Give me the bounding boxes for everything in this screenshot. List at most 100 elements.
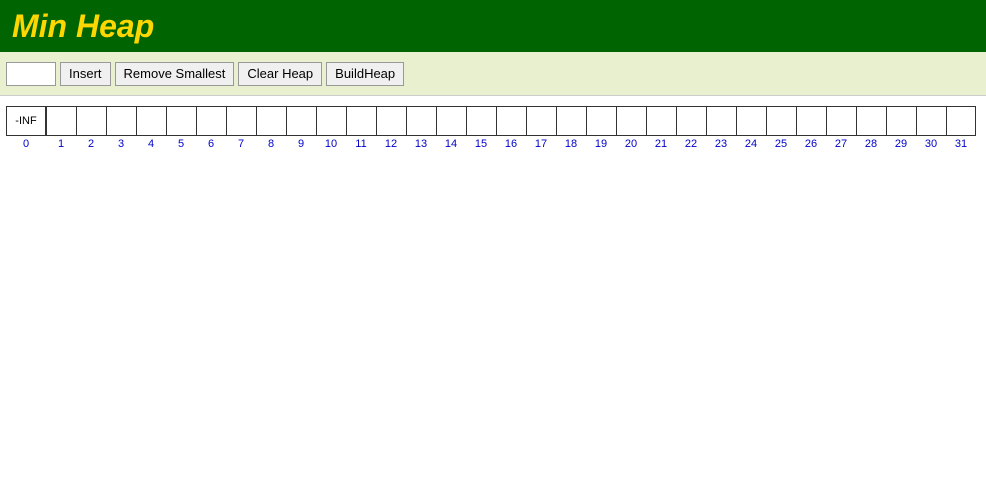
array-cell-5: [166, 106, 196, 136]
array-cell-13: [406, 106, 436, 136]
cell-wrapper-29: 29: [886, 106, 916, 150]
cell-index-23: 23: [706, 138, 736, 150]
array-cell-1: [46, 106, 76, 136]
cell-index-12: 12: [376, 138, 406, 150]
cell-index-20: 20: [616, 138, 646, 150]
array-cell-27: [826, 106, 856, 136]
cell-wrapper-24: 24: [736, 106, 766, 150]
array-cell-23: [706, 106, 736, 136]
array-area: -INF012345678910111213141516171819202122…: [0, 96, 986, 160]
array-cell-18: [556, 106, 586, 136]
cell-index-15: 15: [466, 138, 496, 150]
array-cell-24: [736, 106, 766, 136]
insert-input[interactable]: [6, 62, 56, 86]
header: Min Heap: [0, 0, 986, 52]
cell-wrapper-25: 25: [766, 106, 796, 150]
insert-button[interactable]: Insert: [60, 62, 111, 86]
array-cell-7: [226, 106, 256, 136]
array-cell-15: [466, 106, 496, 136]
cell-index-30: 30: [916, 138, 946, 150]
array-cell-3: [106, 106, 136, 136]
array-cell-28: [856, 106, 886, 136]
cell-index-31: 31: [946, 138, 976, 150]
array-cell-20: [616, 106, 646, 136]
array-cell-6: [196, 106, 226, 136]
cell-index-18: 18: [556, 138, 586, 150]
build-heap-button[interactable]: BuildHeap: [326, 62, 404, 86]
cell-index-17: 17: [526, 138, 556, 150]
page-title: Min Heap: [12, 8, 154, 45]
cell-wrapper-12: 12: [376, 106, 406, 150]
cell-index-11: 11: [346, 138, 376, 150]
cell-wrapper-31: 31: [946, 106, 976, 150]
cell-index-29: 29: [886, 138, 916, 150]
cell-index-22: 22: [676, 138, 706, 150]
clear-heap-button[interactable]: Clear Heap: [238, 62, 322, 86]
cell-wrapper-3: 3: [106, 106, 136, 150]
cell-wrapper-0: -INF 0: [6, 106, 46, 150]
cell-wrapper-28: 28: [856, 106, 886, 150]
cell-wrapper-27: 27: [826, 106, 856, 150]
cell-wrapper-10: 10: [316, 106, 346, 150]
array-cell-14: [436, 106, 466, 136]
cell-wrapper-13: 13: [406, 106, 436, 150]
cell-wrapper-17: 17: [526, 106, 556, 150]
cell-index-13: 13: [406, 138, 436, 150]
cell-wrapper-9: 9: [286, 106, 316, 150]
array-container: -INF012345678910111213141516171819202122…: [6, 106, 980, 150]
cell-index-16: 16: [496, 138, 526, 150]
array-cell-25: [766, 106, 796, 136]
cell-index-2: 2: [76, 138, 106, 150]
cell-wrapper-19: 19: [586, 106, 616, 150]
array-cell-17: [526, 106, 556, 136]
array-cell-12: [376, 106, 406, 136]
array-cell-29: [886, 106, 916, 136]
cell-index-19: 19: [586, 138, 616, 150]
cell-wrapper-11: 11: [346, 106, 376, 150]
cell-wrapper-7: 7: [226, 106, 256, 150]
cell-index-7: 7: [226, 138, 256, 150]
cell-index-5: 5: [166, 138, 196, 150]
array-cell-2: [76, 106, 106, 136]
array-cell-0: -INF: [6, 106, 46, 136]
array-cell-31: [946, 106, 976, 136]
array-cell-9: [286, 106, 316, 136]
cell-index-26: 26: [796, 138, 826, 150]
cell-index-8: 8: [256, 138, 286, 150]
cell-wrapper-4: 4: [136, 106, 166, 150]
cell-index-6: 6: [196, 138, 226, 150]
cell-wrapper-2: 2: [76, 106, 106, 150]
array-cell-26: [796, 106, 826, 136]
cell-index-9: 9: [286, 138, 316, 150]
array-cell-8: [256, 106, 286, 136]
cell-wrapper-16: 16: [496, 106, 526, 150]
toolbar: Insert Remove Smallest Clear Heap BuildH…: [0, 52, 986, 96]
array-cells: -INF012345678910111213141516171819202122…: [6, 106, 976, 150]
cell-index-24: 24: [736, 138, 766, 150]
cell-index-0: 0: [6, 138, 46, 150]
cell-index-25: 25: [766, 138, 796, 150]
cell-wrapper-26: 26: [796, 106, 826, 150]
cell-index-27: 27: [826, 138, 856, 150]
cell-wrapper-22: 22: [676, 106, 706, 150]
remove-smallest-button[interactable]: Remove Smallest: [115, 62, 235, 86]
array-cell-21: [646, 106, 676, 136]
array-cell-11: [346, 106, 376, 136]
cell-wrapper-6: 6: [196, 106, 226, 150]
cell-wrapper-15: 15: [466, 106, 496, 150]
cell-index-4: 4: [136, 138, 166, 150]
cell-wrapper-8: 8: [256, 106, 286, 150]
cell-wrapper-23: 23: [706, 106, 736, 150]
array-cell-10: [316, 106, 346, 136]
array-cell-19: [586, 106, 616, 136]
cell-index-3: 3: [106, 138, 136, 150]
cell-index-28: 28: [856, 138, 886, 150]
cell-index-1: 1: [46, 138, 76, 150]
cell-wrapper-14: 14: [436, 106, 466, 150]
cell-wrapper-18: 18: [556, 106, 586, 150]
cell-wrapper-30: 30: [916, 106, 946, 150]
cell-wrapper-21: 21: [646, 106, 676, 150]
cell-wrapper-1: 1: [46, 106, 76, 150]
array-cell-30: [916, 106, 946, 136]
array-cell-4: [136, 106, 166, 136]
